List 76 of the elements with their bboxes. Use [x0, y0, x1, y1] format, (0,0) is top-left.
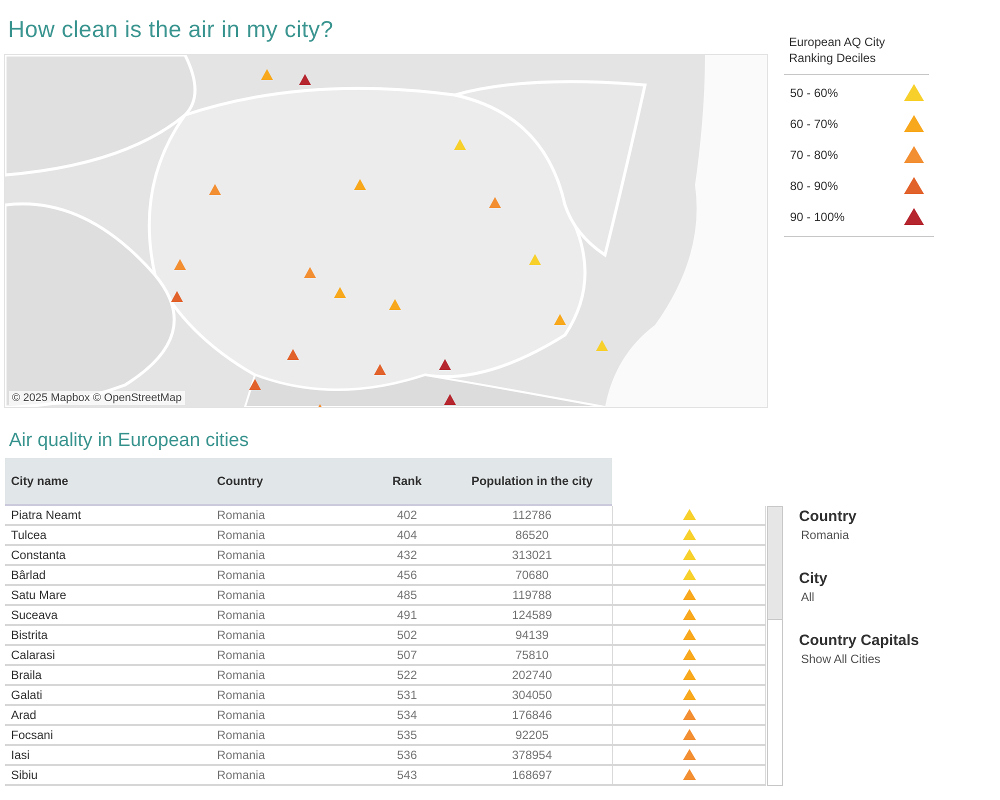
table-cell-text: 86520 [514, 528, 550, 542]
table-cell-text: Sibiu [10, 768, 39, 782]
table-cell-text: Romania [217, 668, 266, 682]
table-cell-text: 313021 [510, 548, 554, 562]
table-cell-text: 94139 [514, 628, 550, 642]
table-cell-text: Calarasi [10, 648, 56, 662]
table-cell-text: Galati [10, 688, 44, 702]
section-title: Air quality in European cities [9, 430, 249, 453]
table-cell-text: 535 [396, 728, 418, 742]
table-cell-text: 531 [396, 688, 418, 702]
table-cell-text: 491 [396, 608, 418, 622]
table-cell-text: 432 [396, 548, 418, 562]
table-cell-text: 534 [396, 708, 418, 722]
filter-label: City [799, 570, 828, 587]
table-cell-text: 75810 [514, 648, 550, 662]
table-cell-text: 485 [396, 588, 418, 602]
table-cell-text: Romania [217, 748, 266, 762]
legend-label: 80 - 90% [790, 178, 838, 192]
table-cell-text: Romania [217, 648, 266, 662]
table-cell-text: Romania [217, 628, 266, 642]
filter-value[interactable]: Show All Cities [799, 652, 920, 666]
table-cell-text: Romania [217, 608, 266, 622]
table-cell-text: 124589 [510, 608, 554, 622]
table-cell-text: Focsani [10, 728, 54, 742]
table-cell-text: 378954 [510, 748, 554, 762]
table-cell-text: Romania [217, 528, 266, 542]
column-header[interactable]: Rank [362, 474, 452, 488]
table-cell-text: Piatra Neamt [10, 508, 82, 522]
column-header[interactable]: City name [5, 474, 217, 488]
table-cell-text: 92205 [514, 728, 550, 742]
table-cell-text: 304050 [510, 688, 554, 702]
map-attribution: © 2025 Mapbox © OpenStreetMap [9, 391, 185, 405]
legend-label: 90 - 100% [790, 210, 845, 224]
legend-title: European AQ City Ranking Deciles [784, 34, 929, 75]
legend-label: 70 - 80% [790, 148, 838, 162]
table-cell-text: 112786 [511, 508, 553, 522]
filter-value[interactable]: Romania [799, 528, 920, 542]
table-cell-text: Romania [217, 728, 266, 742]
table-cell-text: Romania [217, 588, 266, 602]
legend-label: 60 - 70% [790, 116, 838, 130]
scrollbar[interactable] [767, 506, 783, 786]
table-cell-text: Romania [217, 508, 266, 522]
table-cell-text: 202740 [510, 668, 554, 682]
table-cell-text: 536 [396, 748, 418, 762]
filter-value[interactable]: All [799, 590, 920, 604]
table-cell-text: 70680 [514, 568, 550, 582]
table-cell-text: Romania [217, 548, 266, 562]
table-cell-text: 168697 [510, 768, 554, 782]
dashboard-title: How clean is the air in my city? [8, 16, 334, 44]
table-cell-text: Suceava [10, 608, 59, 622]
filter-label: Country Capitals [799, 632, 920, 649]
table-cell-text: Tulcea [10, 528, 48, 542]
table-cell-text: Iasi [10, 748, 31, 762]
table-cell-text: 119788 [511, 588, 553, 602]
table-cell-text: Constanta [10, 548, 67, 562]
column-header[interactable]: Population in the city [452, 474, 612, 488]
table-cell-text: 404 [396, 528, 418, 542]
table-cell-text: Arad [10, 708, 38, 722]
table-cell-text: Romania [217, 768, 266, 782]
table-cell-text: Romania [217, 688, 266, 702]
table-cell-text: Romania [217, 708, 266, 722]
table-cell-text: Bistrita [10, 628, 49, 642]
table-cell-text: Braila [10, 668, 43, 682]
table-cell-text: 522 [396, 668, 418, 682]
legend-label: 50 - 60% [790, 86, 838, 100]
table-cell-text: 507 [396, 648, 418, 662]
table-cell-text: Bârlad [10, 568, 47, 582]
table-cell-text: 402 [396, 508, 418, 522]
table-cell-text: 176846 [510, 708, 554, 722]
table-cell-text: Satu Mare [10, 588, 68, 602]
table-cell-text: 502 [396, 628, 418, 642]
filter-label: Country [799, 508, 858, 525]
column-header[interactable]: Country [217, 474, 362, 488]
table-cell-text: 456 [396, 568, 418, 582]
table-cell-text: Romania [217, 568, 266, 582]
table-cell-text: 543 [396, 768, 418, 782]
